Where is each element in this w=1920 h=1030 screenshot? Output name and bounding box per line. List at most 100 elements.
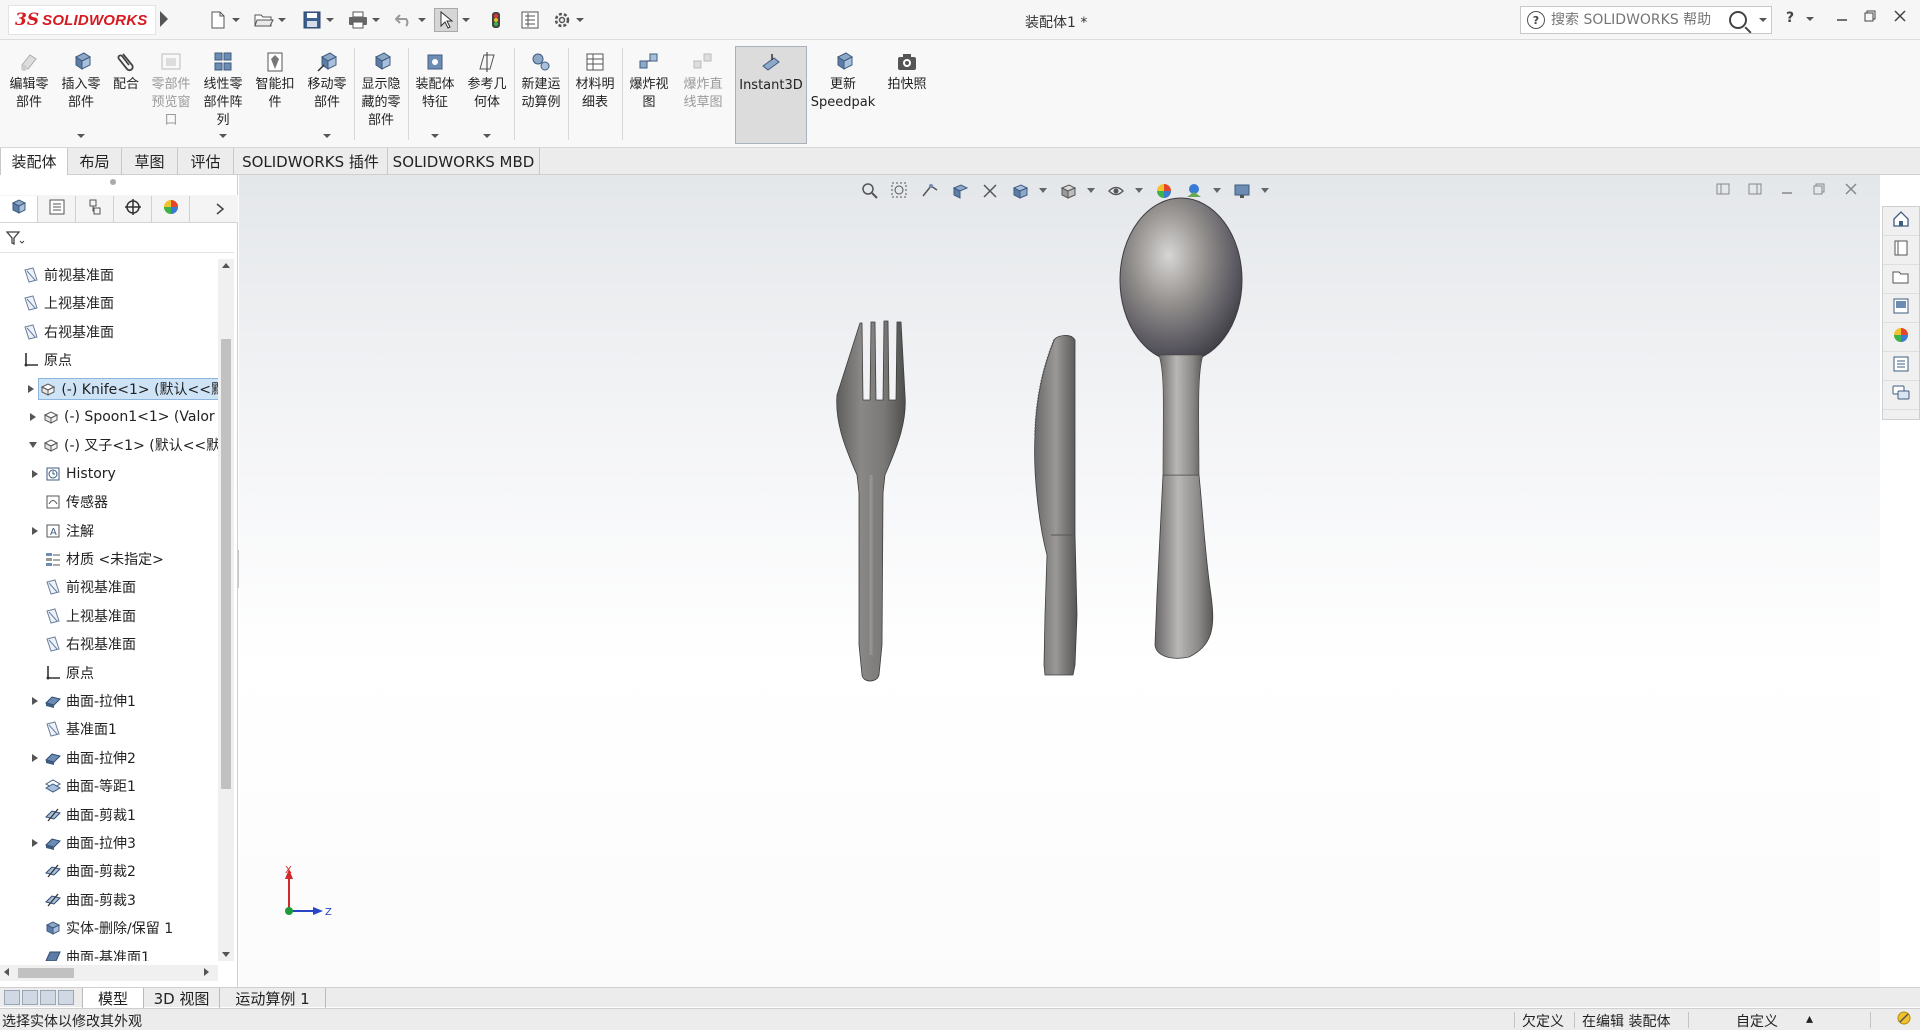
linear-component-pattern-button[interactable]: 线性零 部件阵 列 [198, 46, 248, 144]
tree-item[interactable]: 曲面-拉伸2 [30, 746, 218, 770]
design-library-tab[interactable] [1883, 236, 1919, 265]
forum-tab[interactable] [1883, 381, 1919, 410]
graphics-area[interactable]: X Z [239, 175, 1880, 987]
take-snapshot-button[interactable]: 拍快照 [880, 46, 934, 144]
help-search-input[interactable] [1551, 12, 1721, 28]
tree-item[interactable]: 右视基准面 [30, 632, 218, 656]
chevron-down-icon[interactable] [431, 134, 439, 138]
chevron-down-icon[interactable] [77, 134, 85, 138]
new-motion-study-button[interactable]: 新建运 动算例 [516, 46, 566, 144]
chevron-down-icon[interactable] [483, 134, 491, 138]
search-icon[interactable] [1729, 11, 1747, 29]
unit-system-arrow[interactable]: ▴ [1806, 1011, 1813, 1027]
bill-of-materials-button[interactable]: 材料明 细表 [570, 46, 620, 144]
tree-item-content[interactable]: 曲面-拉伸3 [44, 832, 142, 854]
scroll-down-icon[interactable] [222, 952, 230, 957]
tab-layout[interactable]: 布局 [68, 148, 122, 175]
model-scene[interactable] [239, 175, 1880, 987]
tree-horizontal-scrollbar[interactable] [0, 965, 218, 981]
next-tab-arrow-icon[interactable] [40, 990, 56, 1005]
menu-expand-arrow-icon[interactable] [160, 11, 168, 27]
tab-model[interactable]: 模型 [82, 988, 144, 1008]
tree-item[interactable]: A 注解 [30, 519, 218, 543]
tree-item[interactable]: 原点 [8, 348, 218, 372]
tree-item[interactable]: 曲面-剪裁1 [30, 803, 218, 827]
tree-item-content[interactable]: 原点 [44, 662, 100, 684]
tree-item-content[interactable]: 材质 <未指定> [44, 548, 170, 570]
first-tab-arrow-icon[interactable] [4, 990, 20, 1005]
edit-component-button[interactable]: 编辑零 部件 [4, 46, 54, 144]
tree-item-content[interactable]: (-) Knife<1> (默认<<默认 [38, 377, 218, 400]
reference-geometry-button[interactable]: 参考几 何体 [462, 46, 512, 144]
chevron-down-icon[interactable] [372, 18, 380, 22]
collapse-arrow-icon[interactable] [28, 440, 38, 450]
tree-filter[interactable] [0, 227, 234, 253]
tree-item[interactable]: 上视基准面 [30, 604, 218, 628]
select-tool-button[interactable] [434, 8, 470, 32]
chevron-down-icon[interactable] [418, 18, 426, 22]
appearances-tab[interactable] [1883, 323, 1919, 352]
tab-evaluate[interactable]: 评估 [178, 148, 234, 175]
file-explorer-tab[interactable] [1883, 265, 1919, 294]
tree-item[interactable]: 曲面-剪裁3 [30, 888, 218, 912]
chevron-down-icon[interactable] [219, 134, 227, 138]
expand-arrow-icon[interactable] [30, 469, 40, 479]
tree-item[interactable]: 原点 [30, 661, 218, 685]
chevron-down-icon[interactable] [462, 18, 470, 22]
scroll-up-icon[interactable] [222, 263, 230, 268]
chevron-down-icon[interactable] [1759, 18, 1767, 22]
undo-button[interactable] [394, 9, 426, 31]
help-menu-button[interactable]: ? [1786, 10, 1794, 26]
options-button[interactable] [552, 9, 584, 31]
help-search-box[interactable]: ? [1520, 6, 1772, 34]
tree-item[interactable]: 上视基准面 [8, 291, 218, 315]
show-hidden-components-button[interactable]: 显示隐 藏的零 部件 [356, 46, 406, 144]
dimxpert-manager-tab[interactable] [114, 196, 152, 222]
tree-item[interactable]: 材质 <未指定> [30, 547, 218, 571]
unit-system-selector[interactable]: 自定义 [1736, 1011, 1778, 1030]
smart-fasteners-button[interactable]: 智能扣 件 [250, 46, 300, 144]
update-speedpak-button[interactable]: 更新 Speedpak [811, 46, 875, 144]
solidworks-resources-tab[interactable] [1883, 207, 1919, 236]
chevron-down-icon[interactable] [326, 18, 334, 22]
tree-item[interactable]: 曲面-基准面1 [30, 945, 218, 961]
expand-arrow-icon[interactable] [30, 753, 40, 763]
tree-item-content[interactable]: 右视基准面 [22, 321, 120, 343]
explode-line-sketch-button[interactable]: 爆炸直 线草图 [678, 46, 728, 144]
more-tabs-chevron-icon[interactable] [206, 196, 234, 222]
new-document-button[interactable] [208, 9, 240, 31]
panel-grip[interactable] [110, 179, 116, 185]
rebuild-button[interactable] [486, 9, 506, 31]
tree-item-content[interactable]: 实体-删除/保留 1 [44, 917, 179, 939]
custom-properties-tab[interactable] [1883, 352, 1919, 381]
expand-arrow-icon[interactable] [30, 838, 40, 848]
open-button[interactable] [254, 9, 286, 31]
tree-item[interactable]: (-) Spoon1<1> (Valor p [28, 405, 218, 429]
tree-item-content[interactable]: A 注解 [44, 520, 100, 542]
scroll-left-icon[interactable] [4, 968, 9, 976]
tab-3d-views[interactable]: 3D 视图 [144, 988, 220, 1008]
tab-assembly[interactable]: 装配体 [0, 148, 68, 175]
move-component-button[interactable]: 移动零 部件 [302, 46, 352, 144]
feature-manager-tab[interactable] [0, 196, 38, 222]
tree-item[interactable]: 右视基准面 [8, 320, 218, 344]
tree-item-content[interactable]: 前视基准面 [22, 264, 120, 286]
tree-item[interactable]: 曲面-拉伸3 [30, 831, 218, 855]
assembly-features-button[interactable]: 装配体 特征 [410, 46, 460, 144]
tab-solidworks-addins[interactable]: SOLIDWORKS 插件 [234, 148, 388, 175]
tree-item[interactable]: 实体-删除/保留 1 [30, 916, 218, 940]
tree-item-content[interactable]: History [44, 463, 122, 485]
tab-sketch[interactable]: 草图 [122, 148, 178, 175]
tree-item-content[interactable]: 基准面1 [44, 718, 123, 740]
tree-item[interactable]: History [30, 462, 218, 486]
tree-item[interactable]: 曲面-等距1 [30, 774, 218, 798]
restore-icon[interactable] [1864, 10, 1876, 26]
knife-model[interactable] [1034, 335, 1078, 676]
tree-item-content[interactable]: 曲面-等距1 [44, 775, 142, 797]
expand-arrow-icon[interactable] [28, 412, 38, 422]
tree-item-content[interactable]: 曲面-基准面1 [44, 946, 156, 961]
tree-vertical-scrollbar[interactable] [218, 259, 234, 961]
exploded-view-button[interactable]: 爆炸视 图 [624, 46, 674, 144]
tree-item-content[interactable]: (-) 叉子<1> (默认<<默认 [42, 434, 218, 456]
tree-item-content[interactable]: 传感器 [44, 491, 114, 513]
